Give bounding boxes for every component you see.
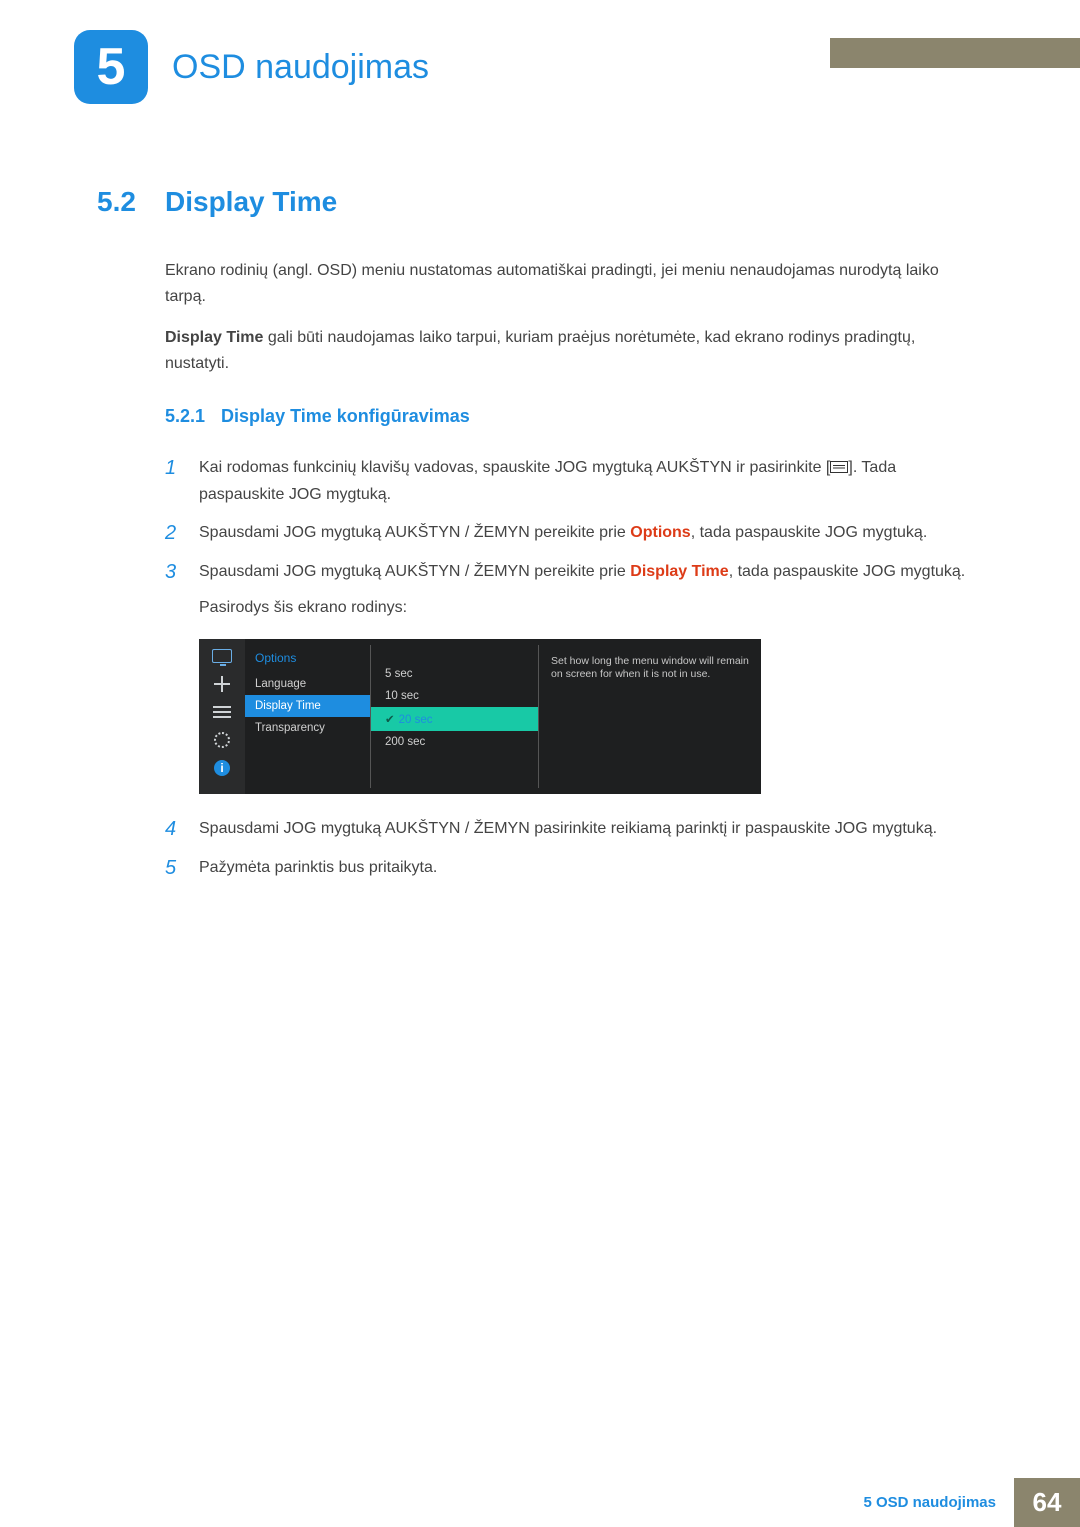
step-text: Pažymėta parinktis bus pritaikyta. bbox=[199, 855, 977, 881]
section-number: 5.2 bbox=[97, 186, 143, 218]
osd-value-200sec: 200 sec bbox=[371, 731, 538, 753]
osd-value-10sec: 10 sec bbox=[371, 685, 538, 707]
section-paragraph-2-rest: gali būti naudojamas laiko tarpui, kuria… bbox=[165, 329, 915, 372]
display-time-label: Display Time bbox=[165, 329, 263, 346]
info-icon: i bbox=[211, 759, 233, 777]
step-5: 5 Pažymėta parinktis bus pritaikyta. bbox=[165, 855, 977, 881]
step-number: 3 bbox=[165, 559, 181, 622]
section-title: Display Time bbox=[165, 186, 337, 218]
list-icon bbox=[211, 703, 233, 721]
step-text: Spausdami JOG mygtuką AUKŠTYN / ŽEMYN pa… bbox=[199, 816, 977, 842]
steps-list-continued: 4 Spausdami JOG mygtuką AUKŠTYN / ŽEMYN … bbox=[165, 816, 977, 881]
steps-list: 1 Kai rodomas funkcinių klavišų vadovas,… bbox=[165, 455, 977, 621]
osd-menu-item-display-time: Display Time bbox=[245, 695, 370, 717]
step-number: 5 bbox=[165, 855, 181, 881]
step-number: 2 bbox=[165, 520, 181, 546]
osd-menu-column: Options Language Display Time Transparen… bbox=[245, 645, 371, 788]
step-3-text-b: , tada paspauskite JOG mygtuką. bbox=[729, 563, 966, 580]
subsection-number: 5.2.1 bbox=[165, 406, 205, 427]
header-accent-bar bbox=[830, 38, 1080, 68]
step-text: Spausdami JOG mygtuką AUKŠTYN / ŽEMYN pe… bbox=[199, 520, 977, 546]
section-heading: 5.2 Display Time bbox=[97, 186, 977, 218]
page-footer: 5 OSD naudojimas 64 bbox=[863, 1478, 1080, 1527]
footer-page-number: 64 bbox=[1014, 1478, 1080, 1527]
osd-menu-item-language: Language bbox=[245, 673, 370, 695]
step-3-text-c: Pasirodys šis ekrano rodinys: bbox=[199, 599, 407, 616]
osd-screenshot: i Options Language Display Time Transpar… bbox=[199, 639, 761, 794]
step-text: Spausdami JOG mygtuką AUKŠTYN / ŽEMYN pe… bbox=[199, 559, 977, 622]
step-1-text-a: Kai rodomas funkcinių klavišų vadovas, s… bbox=[199, 459, 830, 476]
subsection-title: Display Time konfigūravimas bbox=[221, 406, 470, 427]
page-content: 5.2 Display Time Ekrano rodinių (angl. O… bbox=[97, 186, 977, 893]
osd-menu-item-transparency: Transparency bbox=[245, 717, 370, 739]
section-paragraph-2: Display Time gali būti naudojamas laiko … bbox=[165, 325, 977, 376]
step-text: Kai rodomas funkcinių klavišų vadovas, s… bbox=[199, 455, 977, 508]
osd-value-5sec: 5 sec bbox=[371, 663, 538, 685]
section-paragraph-1: Ekrano rodinių (angl. OSD) meniu nustato… bbox=[165, 258, 977, 309]
chapter-number-badge: 5 bbox=[74, 30, 148, 104]
chapter-header: 5 OSD naudojimas bbox=[74, 30, 429, 104]
step-number: 4 bbox=[165, 816, 181, 842]
osd-sidebar: i bbox=[199, 639, 245, 794]
step-3-highlight: Display Time bbox=[630, 563, 728, 580]
step-4: 4 Spausdami JOG mygtuką AUKŠTYN / ŽEMYN … bbox=[165, 816, 977, 842]
step-3-text-a: Spausdami JOG mygtuką AUKŠTYN / ŽEMYN pe… bbox=[199, 563, 630, 580]
gear-icon bbox=[211, 731, 233, 749]
step-1: 1 Kai rodomas funkcinių klavišų vadovas,… bbox=[165, 455, 977, 508]
step-2: 2 Spausdami JOG mygtuką AUKŠTYN / ŽEMYN … bbox=[165, 520, 977, 546]
check-icon: ✔ bbox=[385, 714, 395, 726]
subsection-heading: 5.2.1 Display Time konfigūravimas bbox=[165, 406, 977, 427]
menu-icon bbox=[830, 461, 848, 473]
osd-main: Options Language Display Time Transparen… bbox=[245, 639, 761, 794]
osd-values-column: 5 sec 10 sec ✔ 20 sec 200 sec bbox=[371, 645, 539, 788]
osd-value-20sec-label: 20 sec bbox=[399, 714, 433, 726]
step-3: 3 Spausdami JOG mygtuką AUKŠTYN / ŽEMYN … bbox=[165, 559, 977, 622]
osd-help-text: Set how long the menu window will remain… bbox=[539, 645, 761, 788]
move-icon bbox=[211, 675, 233, 693]
step-2-text-a: Spausdami JOG mygtuką AUKŠTYN / ŽEMYN pe… bbox=[199, 524, 630, 541]
osd-value-20sec: ✔ 20 sec bbox=[371, 707, 538, 731]
step-2-text-b: , tada paspauskite JOG mygtuką. bbox=[691, 524, 928, 541]
footer-chapter-label: 5 OSD naudojimas bbox=[863, 1478, 1014, 1527]
step-number: 1 bbox=[165, 455, 181, 508]
osd-menu-header: Options bbox=[245, 649, 370, 673]
chapter-title: OSD naudojimas bbox=[172, 48, 429, 87]
monitor-icon bbox=[211, 647, 233, 665]
step-2-highlight: Options bbox=[630, 524, 690, 541]
